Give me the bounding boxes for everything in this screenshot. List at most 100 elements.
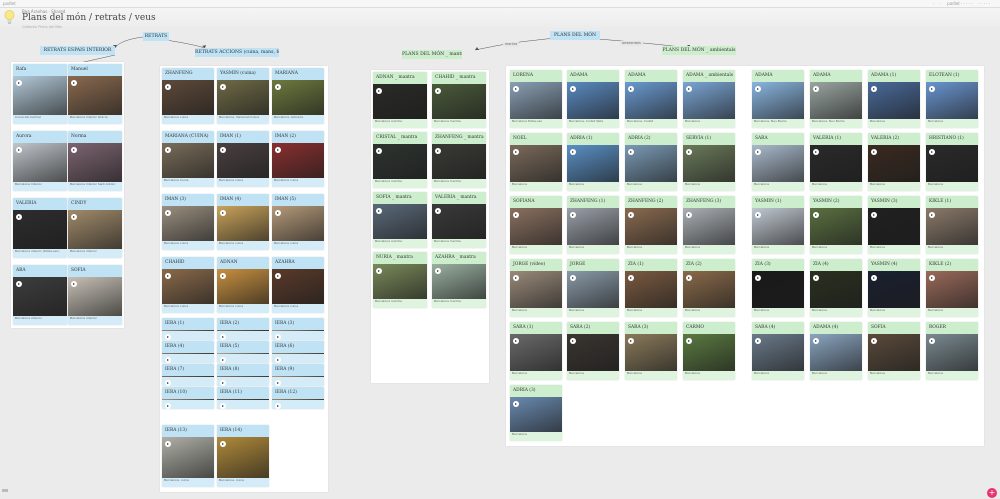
mantra-card[interactable]: ZHANFENG _ mantra Barcelona mantra [432, 132, 486, 188]
play-icon[interactable] [71, 281, 77, 287]
accions-card[interactable]: IMAN (4) Barcelona cuina [217, 194, 269, 250]
play-icon[interactable] [628, 86, 634, 92]
play-icon[interactable] [71, 147, 77, 153]
video-thumbnail[interactable] [567, 334, 619, 371]
mantra-card[interactable]: ADNAN _ mantra Barcelona mantra [373, 72, 427, 128]
play-icon[interactable] [275, 273, 281, 279]
espais-card[interactable]: CINDY Barcelona interior [68, 198, 122, 258]
accions-card[interactable]: IMAN (2) Barcelona cuina [272, 131, 324, 187]
play-icon[interactable] [165, 334, 171, 340]
play-icon[interactable] [220, 210, 226, 216]
play-icon[interactable] [435, 148, 441, 154]
accions-card[interactable]: MARIANA Barcelona, Llibreria [272, 68, 324, 124]
play-icon[interactable] [165, 273, 171, 279]
play-icon[interactable] [220, 403, 226, 409]
play-icon[interactable] [275, 403, 281, 409]
video-thumbnail[interactable] [510, 208, 562, 245]
play-icon[interactable] [16, 281, 22, 287]
video-thumbnail[interactable] [567, 145, 619, 182]
play-icon[interactable] [755, 212, 761, 218]
label-plans-mantra[interactable]: PLANS DEL MÓN _ mantra [402, 50, 462, 59]
play-icon[interactable] [165, 210, 171, 216]
video-thumbnail[interactable] [510, 145, 562, 182]
ambientals-card[interactable]: ADAMA (4) Barcelona [810, 322, 862, 380]
video-thumbnail[interactable] [162, 399, 214, 409]
video-thumbnail[interactable] [926, 271, 978, 308]
play-icon[interactable] [275, 357, 281, 363]
video-thumbnail[interactable] [683, 208, 735, 245]
ambientals-card[interactable]: ADRIA (3) Barcelona [510, 385, 562, 441]
ambientals-card[interactable]: JORGE Barcelona [567, 259, 619, 317]
video-thumbnail[interactable] [13, 76, 67, 115]
play-icon[interactable] [871, 86, 877, 92]
video-thumbnail[interactable] [272, 80, 324, 115]
video-thumbnail[interactable] [272, 399, 324, 409]
add-post-button[interactable]: + [987, 488, 997, 498]
ambientals-card[interactable]: HRISTIANO (1) Barcelona [926, 133, 978, 191]
video-thumbnail[interactable] [752, 208, 804, 245]
play-icon[interactable] [16, 80, 22, 86]
espais-card[interactable]: SOFIA Barcelona interior [68, 265, 122, 325]
play-icon[interactable] [376, 88, 382, 94]
resize-handle[interactable] [2, 489, 8, 492]
accions-card[interactable]: IERA (6) [272, 341, 324, 363]
espais-card[interactable]: ABA Barcelona interior [13, 265, 67, 325]
ambientals-card[interactable]: LORENA Barcelona Poble-sec [510, 70, 562, 128]
video-thumbnail[interactable] [868, 82, 920, 119]
play-icon[interactable] [755, 338, 761, 344]
video-thumbnail[interactable] [926, 145, 978, 182]
video-thumbnail[interactable] [510, 334, 562, 371]
video-thumbnail[interactable] [432, 144, 486, 179]
video-thumbnail[interactable] [272, 206, 324, 241]
video-thumbnail[interactable] [510, 397, 562, 432]
video-thumbnail[interactable] [217, 143, 269, 178]
video-thumbnail[interactable] [217, 330, 269, 340]
video-thumbnail[interactable] [272, 269, 324, 304]
play-icon[interactable] [871, 275, 877, 281]
play-icon[interactable] [71, 214, 77, 220]
play-icon[interactable] [570, 212, 576, 218]
play-icon[interactable] [628, 338, 634, 344]
play-icon[interactable] [16, 147, 22, 153]
label-retrats[interactable]: RETRATS [143, 32, 169, 41]
ambientals-card[interactable]: YASMIN (2) Barcelona [810, 196, 862, 254]
video-thumbnail[interactable] [13, 143, 67, 182]
video-thumbnail[interactable] [162, 143, 214, 178]
play-icon[interactable] [813, 275, 819, 281]
play-icon[interactable] [755, 86, 761, 92]
ambientals-card[interactable]: KIKLE (2) Barcelona [926, 259, 978, 317]
video-thumbnail[interactable] [217, 376, 269, 386]
play-icon[interactable] [513, 338, 519, 344]
play-icon[interactable] [628, 212, 634, 218]
accions-card[interactable]: ZHANFENG Barcelona cuina [162, 68, 214, 124]
play-icon[interactable] [871, 212, 877, 218]
video-thumbnail[interactable] [752, 82, 804, 119]
ambientals-card[interactable]: YASMIN (1) Barcelona [752, 196, 804, 254]
accions-card[interactable]: AZAHRA Barcelona cuina [272, 257, 324, 313]
video-thumbnail[interactable] [926, 208, 978, 245]
play-icon[interactable] [513, 401, 519, 407]
ambientals-card[interactable]: ADAMA (1) Barcelona [868, 70, 920, 128]
ambientals-card[interactable]: ZIA (2) Barcelona [683, 259, 735, 317]
video-thumbnail[interactable] [567, 208, 619, 245]
play-icon[interactable] [813, 212, 819, 218]
ambientals-card[interactable]: ADAMA Barcelona, Nou Barris [810, 70, 862, 128]
page-title[interactable]: Plans del món / retrats / veus [22, 13, 156, 23]
video-thumbnail[interactable] [683, 82, 735, 119]
play-icon[interactable] [435, 88, 441, 94]
accions-card[interactable]: IMAN (5) Barcelona cuina [272, 194, 324, 250]
accions-card[interactable]: YASMIN (cuina) Barcelona, Vanwood-Cuina [217, 68, 269, 124]
play-icon[interactable] [220, 147, 226, 153]
accions-card[interactable]: IERA (7) [162, 364, 214, 386]
video-thumbnail[interactable] [217, 353, 269, 363]
accions-card[interactable]: CHAHID Barcelona cuina [162, 257, 214, 313]
play-icon[interactable] [929, 212, 935, 218]
play-icon[interactable] [929, 338, 935, 344]
video-thumbnail[interactable] [810, 208, 862, 245]
video-thumbnail[interactable] [162, 269, 214, 304]
mantra-card[interactable]: NURIA _ mantra Barcelona mantra [373, 252, 427, 308]
video-thumbnail[interactable] [217, 437, 269, 478]
play-icon[interactable] [513, 149, 519, 155]
video-thumbnail[interactable] [625, 82, 677, 119]
video-thumbnail[interactable] [752, 334, 804, 371]
